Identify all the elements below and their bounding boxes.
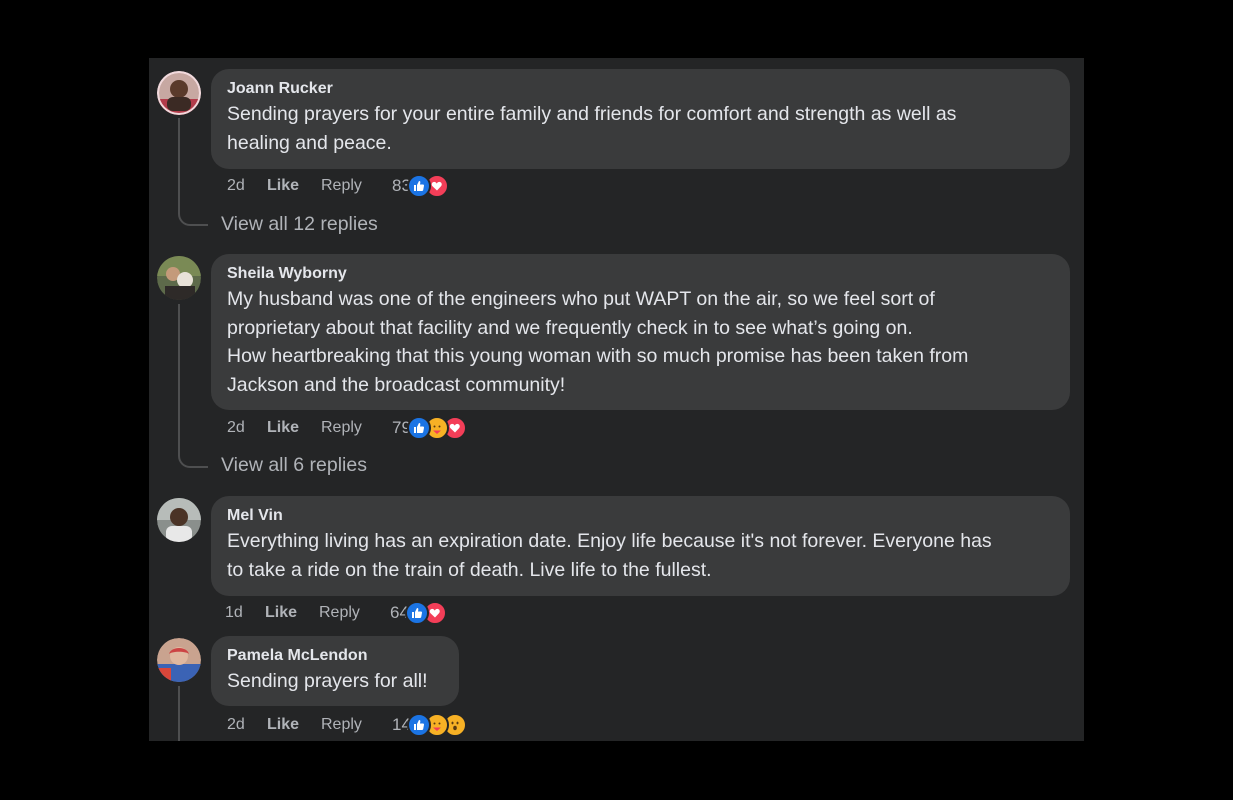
comment-author[interactable]: Mel Vin [227, 506, 1054, 526]
avatar[interactable] [157, 256, 201, 300]
comment-line: Everything living has an expiration date… [227, 530, 992, 552]
comment-line: How heartbreaking that this young woman … [227, 345, 969, 367]
comment-actions: 1d Like Reply 64 [225, 601, 447, 625]
comment-text: My husband was one of the engineers who … [227, 285, 1054, 399]
comment-actions: 2d Like Reply 83 [227, 174, 449, 198]
avatar[interactable] [157, 638, 201, 682]
like-button[interactable]: Like [267, 419, 321, 437]
thread-curve [178, 210, 208, 226]
reply-button[interactable]: Reply [321, 419, 392, 437]
comment-author[interactable]: Sheila Wyborny [227, 264, 1054, 284]
comment-time[interactable]: 1d [225, 604, 265, 622]
comment-time[interactable]: 2d [227, 716, 267, 734]
comment-time[interactable]: 2d [227, 419, 267, 437]
comment-bubble: Joann Rucker Sending prayers for your en… [211, 69, 1070, 169]
reply-button[interactable]: Reply [319, 604, 390, 622]
view-replies-link[interactable]: View all 6 replies [221, 454, 367, 477]
thread-line [178, 118, 180, 214]
like-icon[interactable] [406, 713, 431, 737]
thread-line [178, 686, 180, 741]
reply-button[interactable]: Reply [321, 177, 392, 195]
comment-author[interactable]: Pamela McLendon [227, 646, 443, 666]
avatar[interactable] [157, 71, 201, 115]
avatar[interactable] [157, 498, 201, 542]
comment-bubble: Sheila Wyborny My husband was one of the… [211, 254, 1070, 410]
like-icon[interactable] [406, 174, 431, 198]
comment-bubble: Pamela McLendon Sending prayers for all! [211, 636, 459, 706]
like-button[interactable]: Like [265, 604, 319, 622]
like-button[interactable]: Like [267, 716, 321, 734]
comment-line: Sending prayers for your entire family a… [227, 103, 957, 125]
comment-line: healing and peace. [227, 131, 392, 154]
like-icon[interactable] [404, 601, 429, 625]
thread-line [178, 304, 180, 456]
comment-line: to take a ride on the train of death. Li… [227, 558, 712, 581]
comments-panel: Joann Rucker Sending prayers for your en… [149, 58, 1084, 741]
comment-line: Jackson and the broadcast community! [227, 373, 566, 396]
comment-text: Sending prayers for all! [227, 667, 443, 696]
comment-line: proprietary about that facility and we f… [227, 316, 913, 339]
comment-actions: 2d Like Reply 14 [227, 713, 467, 737]
like-icon[interactable] [406, 416, 431, 440]
comment-line: Sending prayers for all! [227, 670, 428, 692]
thread-curve [178, 452, 208, 468]
comment-time[interactable]: 2d [227, 177, 267, 195]
comment-actions: 2d Like Reply 79 [227, 416, 467, 440]
view-replies-link[interactable]: View all 12 replies [221, 213, 378, 236]
comment-text: Everything living has an expiration date… [227, 527, 1054, 584]
reply-button[interactable]: Reply [321, 716, 392, 734]
comment-text: Sending prayers for your entire family a… [227, 100, 1054, 157]
comment-bubble: Mel Vin Everything living has an expirat… [211, 496, 1070, 596]
comment-author[interactable]: Joann Rucker [227, 79, 1054, 99]
like-button[interactable]: Like [267, 177, 321, 195]
comment-line: My husband was one of the engineers who … [227, 288, 935, 310]
